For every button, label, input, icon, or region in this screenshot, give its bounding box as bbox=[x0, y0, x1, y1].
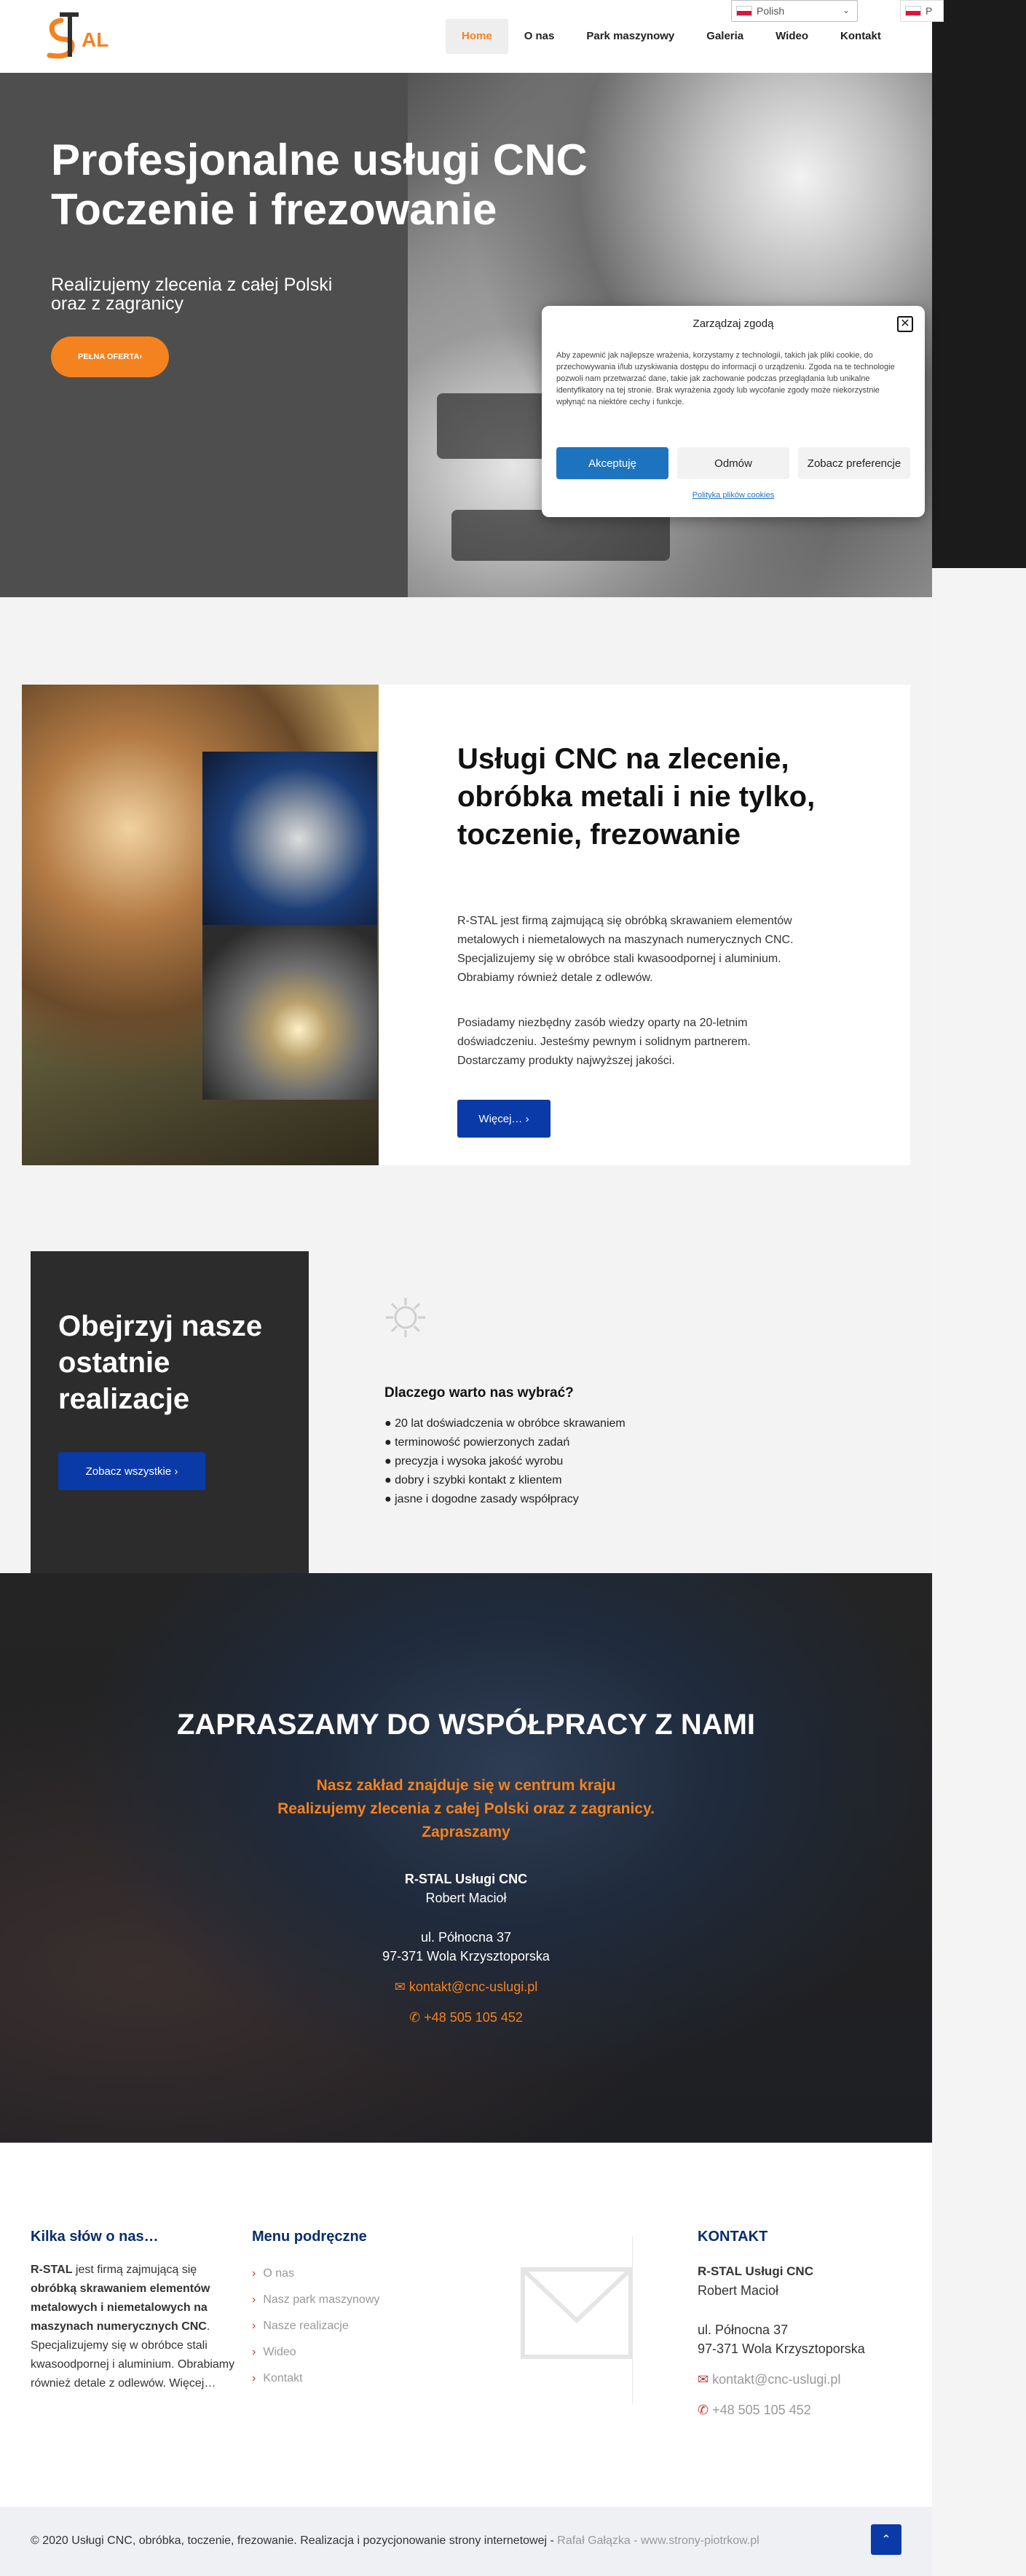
chevron-right-icon: › bbox=[252, 2346, 256, 2358]
footer-menu-item-park[interactable]: › Nasz park maszynowy bbox=[252, 2287, 379, 2313]
services-inset-image-2 bbox=[202, 925, 377, 1100]
cookie-consent-dialog: Zarządzaj zgodą ✕ Aby zapewnić jak najle… bbox=[542, 306, 925, 517]
contact-banner bbox=[0, 1573, 932, 2143]
nav-kontakt[interactable]: Kontakt bbox=[824, 19, 897, 54]
see-all-button[interactable]: Zobacz wszystkie › bbox=[58, 1452, 205, 1490]
footer-about-text: R-STAL jest firmą zajmującą się obróbką … bbox=[31, 2261, 242, 2393]
main-nav: Home O nas Park maszynowy Galeria Wideo … bbox=[446, 19, 897, 54]
copyright: © 2020 Usługi CNC, obróbka, toczenie, fr… bbox=[31, 2534, 759, 2548]
contact-email-link[interactable]: ✉ kontakt@cnc-uslugi.pl bbox=[0, 1980, 932, 1995]
chevron-right-icon: › bbox=[252, 2293, 256, 2306]
footer-address-city: 97-371 Wola Krzysztoporska bbox=[698, 2341, 865, 2356]
poland-flag-icon bbox=[736, 6, 752, 16]
cookie-deny-button[interactable]: Odmów bbox=[677, 447, 789, 479]
right-edge-strip-grey bbox=[932, 568, 1026, 2576]
footer-menu-item-kontakt[interactable]: › Kontakt bbox=[252, 2366, 379, 2392]
language-switcher-label: P bbox=[926, 5, 933, 17]
footer-menu-item-o-nas[interactable]: › O nas bbox=[252, 2261, 379, 2287]
footer-about-bold-2: obróbką skrawaniem elementów metalowych … bbox=[31, 2282, 210, 2333]
list-item: ● jasne i dogodne zasady współpracy bbox=[384, 1493, 579, 1505]
realizations-title: Obejrzyj nasze ostatnie realizacje bbox=[58, 1310, 263, 1415]
footer-divider bbox=[632, 2236, 633, 2403]
services-image bbox=[22, 685, 379, 1165]
logo[interactable]: AL bbox=[45, 10, 125, 63]
footer-menu-label: Kontakt bbox=[263, 2372, 303, 2384]
list-item: ● dobry i szybki kontakt z klientem bbox=[384, 1474, 562, 1486]
cookie-title: Zarządzaj zgodą bbox=[692, 318, 774, 330]
footer-contact-person: Robert Macioł bbox=[698, 2283, 779, 2298]
credit-link[interactable]: Rafał Gałązka - www.strony-piotrkow.pl bbox=[557, 2534, 759, 2547]
footer-menu-title: Menu podręczne bbox=[252, 2229, 367, 2245]
nav-home[interactable]: Home bbox=[446, 19, 508, 54]
address-city: 97-371 Wola Krzysztoporska bbox=[382, 1949, 550, 1963]
chevron-right-icon: › bbox=[252, 2320, 256, 2332]
address-street: ul. Północna 37 bbox=[420, 1930, 512, 1945]
right-edge-strip bbox=[932, 0, 1026, 568]
close-icon[interactable]: ✕ bbox=[897, 316, 913, 332]
footer-menu-label: Nasze realizacje bbox=[263, 2320, 349, 2332]
contact-banner-lead: Nasz zakład znajduje się w centrum kraju… bbox=[277, 1777, 655, 1840]
list-item: ● precyzja i wysoka jakość wyrobu bbox=[384, 1455, 564, 1468]
envelope-icon bbox=[520, 2255, 634, 2371]
chevron-right-icon: › bbox=[252, 2372, 256, 2384]
footer-address-street: ul. Północna 37 bbox=[698, 2323, 789, 2337]
why-us-list: ● 20 lat doświadczenia w obróbce skrawan… bbox=[384, 1414, 632, 1509]
footer-about-title: Kilka słów o nas… bbox=[31, 2229, 159, 2245]
footer-about-mid: jest firmą zajmującą się bbox=[72, 2264, 197, 2276]
full-offer-button[interactable]: PEŁNA OFERTA› bbox=[51, 336, 169, 377]
services-paragraph-2: Posiadamy niezbędny zasób wiedzy oparty … bbox=[457, 1017, 751, 1067]
footer-company-name: R-STAL Usługi CNC bbox=[698, 2264, 813, 2278]
cookie-preferences-button[interactable]: Zobacz preferencje bbox=[798, 447, 910, 479]
svg-text:AL: AL bbox=[82, 28, 108, 51]
footer-menu: › O nas › Nasz park maszynowy › Nasze reali… bbox=[252, 2261, 379, 2392]
services-title: Usługi CNC na zlecenie, obróbka metali i… bbox=[457, 743, 816, 851]
nav-galeria[interactable]: Galeria bbox=[690, 19, 759, 54]
services-paragraph-1: R-STAL jest firmą zajmującą się obróbką … bbox=[457, 915, 794, 984]
footer-menu-label: Nasz park maszynowy bbox=[263, 2293, 380, 2306]
footer-menu-label: Wideo bbox=[263, 2346, 296, 2358]
footer-menu-item-wideo[interactable]: › Wideo bbox=[252, 2339, 379, 2366]
why-us-title: Dlaczego warto nas wybrać? bbox=[384, 1385, 574, 1401]
phone-icon: ✆ bbox=[698, 2403, 713, 2417]
footer-phone-link[interactable]: ✆ +48 505 105 452 bbox=[698, 2400, 811, 2419]
more-button[interactable]: Więcej… › bbox=[457, 1100, 551, 1138]
contact-phone-link[interactable]: ✆ +48 505 105 452 bbox=[0, 2010, 932, 2025]
company-name: R-STAL Usługi CNC bbox=[404, 1872, 528, 1886]
cookie-text: Aby zapewnić jak najlepsze wrażenia, kor… bbox=[556, 351, 895, 406]
nav-park-maszynowy[interactable]: Park maszynowy bbox=[570, 19, 690, 54]
site-header: AL Home O nas Park maszynowy Galeria Wid… bbox=[0, 0, 944, 73]
chevron-down-icon: ⌄ bbox=[842, 5, 850, 15]
language-select-value: Polish bbox=[757, 5, 785, 17]
contact-banner-title: ZAPRASZAMY DO WSPÓŁPRACY Z NAMI bbox=[176, 1709, 756, 1741]
gear-icon bbox=[383, 1295, 428, 1340]
chevron-right-icon: › bbox=[252, 2267, 256, 2280]
footer-email-text: kontakt@cnc-uslugi.pl bbox=[712, 2372, 841, 2387]
list-item: ● terminowość powierzonych zadań bbox=[384, 1436, 570, 1449]
list-item: ● 20 lat doświadczenia w obróbce skrawan… bbox=[384, 1417, 626, 1430]
mail-icon: ✉ bbox=[698, 2372, 713, 2387]
poland-flag-icon bbox=[905, 6, 921, 16]
copyright-text: © 2020 Usługi CNC, obróbka, toczenie, fr… bbox=[31, 2534, 558, 2547]
nav-o-nas[interactable]: O nas bbox=[508, 19, 571, 54]
footer-menu-item-realizacje[interactable]: › Nasze realizacje bbox=[252, 2313, 379, 2339]
footer-about-bold: R-STAL bbox=[31, 2264, 73, 2276]
hero-subtitle: Realizujemy zlecenia z całej Polski oraz… bbox=[51, 275, 333, 314]
footer-contact-title: KONTAKT bbox=[698, 2229, 768, 2245]
cookie-accept-button[interactable]: Akceptuję bbox=[556, 447, 668, 479]
footer-phone-text: +48 505 105 452 bbox=[712, 2403, 811, 2417]
language-switcher[interactable]: P bbox=[900, 0, 944, 22]
hero-title: Profesjonalne usługi CNC Toczenie i frez… bbox=[51, 135, 588, 234]
nav-wideo[interactable]: Wideo bbox=[759, 19, 824, 54]
contact-person: Robert Macioł bbox=[425, 1891, 507, 1905]
footer-menu-label: O nas bbox=[263, 2267, 295, 2280]
cookie-policy-link[interactable]: Polityka plików cookies bbox=[542, 491, 925, 500]
language-select[interactable]: Polish ⌄ bbox=[731, 0, 858, 22]
services-inset-image-1 bbox=[202, 752, 377, 926]
footer-email-link[interactable]: ✉ kontakt@cnc-uslugi.pl bbox=[698, 2370, 840, 2389]
scroll-to-top-button[interactable]: ⌃ bbox=[871, 2524, 901, 2555]
